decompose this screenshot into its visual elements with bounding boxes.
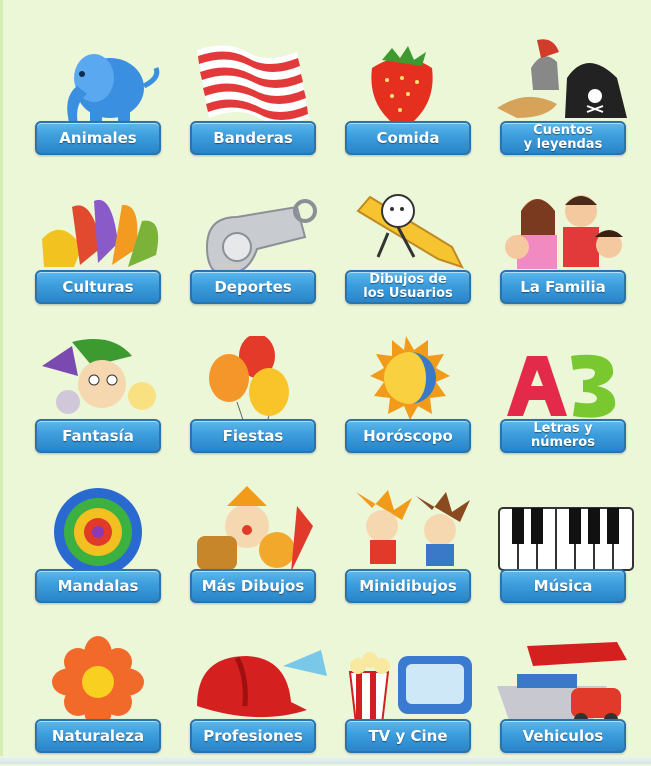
category-tile-banderas[interactable]: Banderas <box>187 38 337 168</box>
category-tile-cuentos[interactable]: Cuentos y leyendas <box>497 38 647 168</box>
category-button[interactable]: Vehiculos <box>500 719 626 753</box>
category-tile-horoscopo[interactable]: Horóscopo <box>342 336 492 466</box>
category-button[interactable]: Fiestas <box>190 419 316 453</box>
category-button[interactable]: Naturaleza <box>35 719 161 753</box>
category-tile-la-familia[interactable]: La Familia <box>497 187 647 317</box>
category-tile-comida[interactable]: Comida <box>342 38 492 168</box>
category-button[interactable]: Música <box>500 569 626 603</box>
category-button[interactable]: La Familia <box>500 270 626 304</box>
page-bottom-strip <box>0 756 651 764</box>
category-tile-mandalas[interactable]: Mandalas <box>32 486 182 616</box>
category-button[interactable]: Profesiones <box>190 719 316 753</box>
category-button[interactable]: Dibujos de los Usuarios <box>345 270 471 304</box>
category-tile-vehiculos[interactable]: Vehiculos <box>497 636 647 766</box>
category-button[interactable]: Comida <box>345 121 471 155</box>
category-tile-dibujos-usuarios[interactable]: Dibujos de los Usuarios <box>342 187 492 317</box>
category-button[interactable]: Más Dibujos <box>190 569 316 603</box>
category-tile-fiestas[interactable]: Fiestas <box>187 336 337 466</box>
category-tile-mas-dibujos[interactable]: Más Dibujos <box>187 486 337 616</box>
category-tile-deportes[interactable]: Deportes <box>187 187 337 317</box>
category-button[interactable]: Letras y números <box>500 419 626 453</box>
category-tile-letras-numeros[interactable]: Letras y números <box>497 336 647 466</box>
category-button[interactable]: Fantasía <box>35 419 161 453</box>
category-grid: Animales Banderas Comida Cuentos y leyen… <box>0 0 651 764</box>
category-tile-animales[interactable]: Animales <box>32 38 182 168</box>
category-button[interactable]: Mandalas <box>35 569 161 603</box>
category-button[interactable]: TV y Cine <box>345 719 471 753</box>
category-tile-tv-cine[interactable]: TV y Cine <box>342 636 492 766</box>
category-button[interactable]: Deportes <box>190 270 316 304</box>
category-tile-profesiones[interactable]: Profesiones <box>187 636 337 766</box>
category-tile-naturaleza[interactable]: Naturaleza <box>32 636 182 766</box>
category-tile-minidibujos[interactable]: Minidibujos <box>342 486 492 616</box>
category-button[interactable]: Minidibujos <box>345 569 471 603</box>
category-tile-culturas[interactable]: Culturas <box>32 187 182 317</box>
category-button[interactable]: Cuentos y leyendas <box>500 121 626 155</box>
category-tile-fantasia[interactable]: Fantasía <box>32 336 182 466</box>
category-tile-musica[interactable]: Música <box>497 486 647 616</box>
category-button[interactable]: Horóscopo <box>345 419 471 453</box>
category-button[interactable]: Culturas <box>35 270 161 304</box>
category-button[interactable]: Animales <box>35 121 161 155</box>
category-button[interactable]: Banderas <box>190 121 316 155</box>
